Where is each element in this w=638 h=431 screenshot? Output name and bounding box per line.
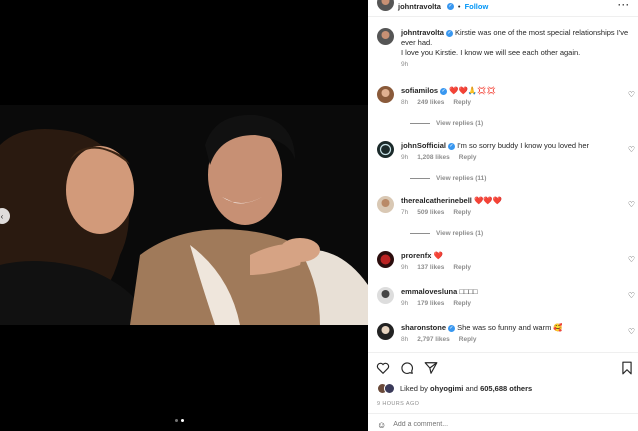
comment-likes[interactable]: 249 likes: [417, 98, 444, 108]
view-replies-button[interactable]: View replies (1): [410, 230, 483, 237]
view-replies-label[interactable]: View replies (11): [436, 175, 486, 182]
commenter-avatar[interactable]: [377, 196, 394, 213]
header-divider: [368, 16, 638, 17]
post-panel: johntravolta ✓ • Follow ··· johntravolta…: [368, 0, 638, 431]
likes-count[interactable]: 605,688 others: [480, 384, 532, 393]
comment-icon[interactable]: [400, 361, 414, 375]
carousel-dots: [175, 419, 184, 422]
comment-time: 9h: [401, 264, 409, 271]
comment-row: therealcatherinebell ❤️❤️❤️ 7h 509 likes…: [377, 196, 633, 218]
view-replies-label[interactable]: View replies (1): [436, 120, 483, 127]
comment-like-heart-icon[interactable]: ♡: [628, 145, 635, 154]
add-comment-bar: ☺: [368, 418, 638, 431]
commenter-avatar[interactable]: [377, 141, 394, 158]
post-header: johntravolta ✓ • Follow: [368, 0, 638, 12]
comment-likes[interactable]: 2,797 likes: [417, 335, 450, 345]
post-photo: [0, 105, 368, 325]
verified-badge-icon: ✓: [445, 29, 453, 37]
author-avatar[interactable]: [377, 28, 394, 45]
caption: johntravolta ✓ Kirstie was one of the mos…: [377, 28, 633, 70]
liked-by: Liked by ohyogimi and 605,688 others: [377, 383, 532, 394]
comment-username[interactable]: therealcatherinebell: [401, 196, 472, 205]
liker-avatars: [377, 383, 395, 394]
caption-text-line2: I love you Kirstie. I know we will see e…: [401, 48, 581, 57]
comment-like-heart-icon[interactable]: ♡: [628, 90, 635, 99]
comment-like-heart-icon[interactable]: ♡: [628, 327, 635, 336]
comment-row: prorenfx ❤️ 9h 137 likes Reply: [377, 251, 633, 273]
replies-line: [410, 178, 430, 179]
replies-line: [410, 123, 430, 124]
follow-button[interactable]: Follow: [465, 2, 489, 11]
carousel-dot-active: [181, 419, 184, 422]
liked-by-user[interactable]: ohyogimi: [430, 384, 463, 393]
comment-row: sharonstone ✓ She was so funny and warm 🥰…: [377, 323, 633, 345]
comment-time: 9h: [401, 154, 409, 161]
more-options-icon[interactable]: ···: [618, 0, 630, 10]
verified-badge-icon: ✓: [448, 142, 455, 150]
comment-input[interactable]: [393, 421, 594, 428]
commenter-avatar[interactable]: [377, 251, 394, 268]
caption-username[interactable]: johntravolta: [401, 28, 444, 37]
comment-text: I'm so sorry buddy I know you loved her: [457, 141, 590, 150]
comment-like-heart-icon[interactable]: ♡: [628, 255, 635, 264]
comment-like-heart-icon[interactable]: ♡: [628, 291, 635, 300]
carousel-dot: [175, 419, 178, 422]
comment-username[interactable]: johnSofficial: [401, 141, 446, 150]
comment-time: 8h: [401, 336, 409, 343]
comment-row: johnSofficial ✓ I'm so sorry buddy I know…: [377, 141, 633, 163]
verified-badge-icon: ✓: [440, 87, 448, 95]
comment-likes[interactable]: 1,208 likes: [417, 153, 450, 163]
comment-username[interactable]: sharonstone: [401, 323, 446, 332]
separator-dot: •: [457, 1, 461, 11]
comment-row: emmalovesluna □□□□ 9h 179 likes Reply: [377, 287, 633, 309]
comment-text: □□□□: [459, 287, 478, 296]
commenter-avatar[interactable]: [377, 287, 394, 304]
comment-time: 7h: [401, 209, 409, 216]
view-replies-button[interactable]: View replies (11): [410, 175, 486, 182]
liker-avatar[interactable]: [384, 383, 395, 394]
verified-badge-icon: ✓: [448, 324, 456, 332]
share-icon[interactable]: [424, 361, 438, 375]
view-replies-button[interactable]: View replies (1): [410, 120, 483, 127]
comment-time: 8h: [401, 99, 409, 106]
heart-icon[interactable]: [376, 361, 390, 375]
caption-time: 9h: [401, 61, 409, 68]
reply-button[interactable]: Reply: [453, 263, 471, 273]
commenter-avatar[interactable]: [377, 323, 394, 340]
view-replies-label[interactable]: View replies (1): [436, 230, 483, 237]
comment-text: She was so funny and warm 🥰: [457, 323, 563, 332]
comment-divider: [368, 413, 638, 414]
comment-like-heart-icon[interactable]: ♡: [628, 200, 635, 209]
comment-likes[interactable]: 137 likes: [417, 263, 444, 273]
comment-username[interactable]: sofiamilos: [401, 86, 438, 95]
liked-by-prefix: Liked by: [400, 384, 428, 393]
reply-button[interactable]: Reply: [453, 299, 471, 309]
comment-likes[interactable]: 179 likes: [417, 299, 444, 309]
bookmark-icon[interactable]: [620, 361, 634, 375]
post-actions: [376, 360, 634, 376]
emoji-icon[interactable]: ☺: [377, 420, 386, 430]
reply-button[interactable]: Reply: [453, 208, 471, 218]
reply-button[interactable]: Reply: [459, 153, 477, 163]
comment-text: ❤️❤️❤️: [473, 196, 502, 205]
post-time-ago: 9 HOURS AGO: [377, 401, 420, 407]
verified-badge-icon: ✓: [446, 2, 454, 10]
comment-username[interactable]: emmalovesluna: [401, 287, 457, 296]
author-username[interactable]: johntravolta: [398, 2, 441, 11]
author-avatar[interactable]: [377, 0, 394, 11]
post-media[interactable]: ‹: [0, 0, 368, 431]
comment-row: sofiamilos ✓ ❤️❤️🙏💢💢 8h 249 likes Reply: [377, 86, 633, 108]
comment-time: 9h: [401, 300, 409, 307]
comment-likes[interactable]: 509 likes: [417, 208, 444, 218]
comment-username[interactable]: prorenfx: [401, 251, 431, 260]
reply-button[interactable]: Reply: [459, 335, 477, 345]
comment-text: ❤️❤️🙏💢💢: [449, 86, 496, 95]
reply-button[interactable]: Reply: [453, 98, 471, 108]
liked-by-and: and: [465, 384, 478, 393]
replies-line: [410, 233, 430, 234]
commenter-avatar[interactable]: [377, 86, 394, 103]
actions-divider: [368, 352, 638, 353]
comment-text: ❤️: [433, 251, 443, 260]
